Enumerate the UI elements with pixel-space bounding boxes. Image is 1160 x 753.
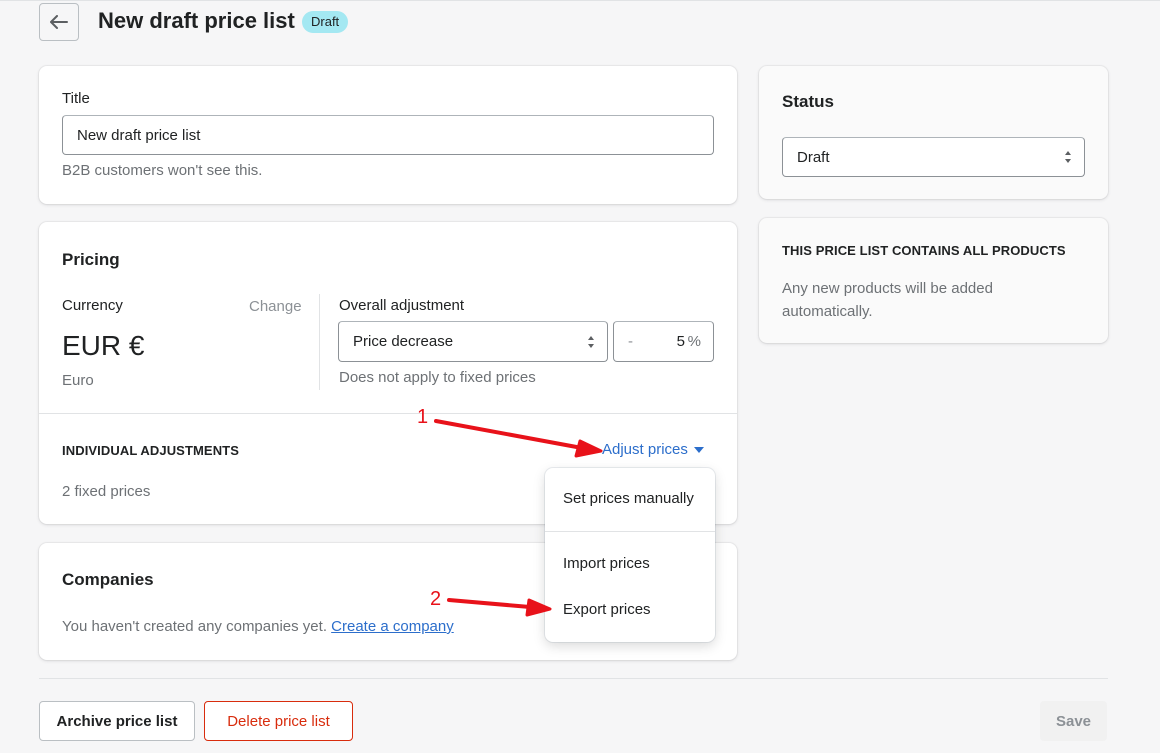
overall-adjustment-label: Overall adjustment <box>339 297 465 314</box>
status-select[interactable]: Draft <box>782 137 1085 177</box>
adjustment-value-input[interactable]: - 5 % <box>613 321 714 362</box>
products-card: THIS PRICE LIST CONTAINS ALL PRODUCTS An… <box>759 218 1108 343</box>
change-currency-link[interactable]: Change <box>249 298 302 315</box>
products-text: Any new products will be added automatic… <box>782 280 993 320</box>
menu-item-import-prices[interactable]: Import prices <box>563 555 650 572</box>
adjustment-help-text: Does not apply to fixed prices <box>339 369 536 386</box>
vertical-divider <box>319 294 320 390</box>
currency-label: Currency <box>62 297 123 314</box>
adjust-prices-button[interactable]: Adjust prices <box>602 441 704 458</box>
status-select-value: Draft <box>797 148 830 166</box>
products-heading: THIS PRICE LIST CONTAINS ALL PRODUCTS <box>782 243 1066 258</box>
menu-item-export-prices[interactable]: Export prices <box>563 601 651 618</box>
section-divider <box>39 413 737 414</box>
page-title: New draft price list <box>98 8 295 33</box>
create-company-link[interactable]: Create a company <box>331 618 454 635</box>
adjustment-unit: % <box>687 333 701 350</box>
individual-adjustments-heading: INDIVIDUAL ADJUSTMENTS <box>62 443 239 458</box>
back-button[interactable] <box>39 3 79 41</box>
currency-code: EUR € <box>62 330 145 361</box>
adjust-prices-menu: Set prices manually Import prices Export… <box>545 468 715 642</box>
fixed-prices-count: 2 fixed prices <box>62 483 151 500</box>
caret-down-icon <box>693 446 704 453</box>
adjust-prices-label: Adjust prices <box>602 441 688 458</box>
select-arrows-icon <box>588 335 594 348</box>
adjustment-sign: - <box>628 333 633 350</box>
annotation-step-2: 2 <box>430 588 442 610</box>
adjustment-value: 5 <box>676 333 685 350</box>
status-badge: Draft <box>302 11 349 33</box>
title-card: Title New draft price list B2B customers… <box>39 66 737 204</box>
title-input[interactable]: New draft price list <box>62 115 714 155</box>
status-card: Status Draft <box>759 66 1108 199</box>
pricing-heading: Pricing <box>62 250 120 269</box>
title-label: Title <box>62 90 90 107</box>
footer-divider <box>39 678 1108 679</box>
adjustment-type-select[interactable]: Price decrease <box>338 321 608 362</box>
title-input-value: New draft price list <box>77 126 201 144</box>
companies-empty-text: You haven't created any companies yet. <box>62 618 327 635</box>
arrow-left-icon <box>50 15 68 29</box>
save-button[interactable]: Save <box>1040 701 1107 741</box>
top-border <box>0 0 1160 1</box>
currency-name: Euro <box>62 372 94 389</box>
archive-price-list-button[interactable]: Archive price list <box>39 701 195 741</box>
adjustment-type-value: Price decrease <box>353 333 454 350</box>
title-help-text: B2B customers won't see this. <box>62 162 263 179</box>
status-heading: Status <box>782 92 834 111</box>
companies-heading: Companies <box>62 570 154 589</box>
select-arrows-icon <box>1065 151 1071 163</box>
annotation-step-1: 1 <box>417 406 429 428</box>
menu-divider <box>545 531 715 532</box>
delete-price-list-button[interactable]: Delete price list <box>204 701 353 741</box>
menu-item-set-prices-manually[interactable]: Set prices manually <box>563 490 694 507</box>
companies-text-row: You haven't created any companies yet. C… <box>62 618 454 635</box>
